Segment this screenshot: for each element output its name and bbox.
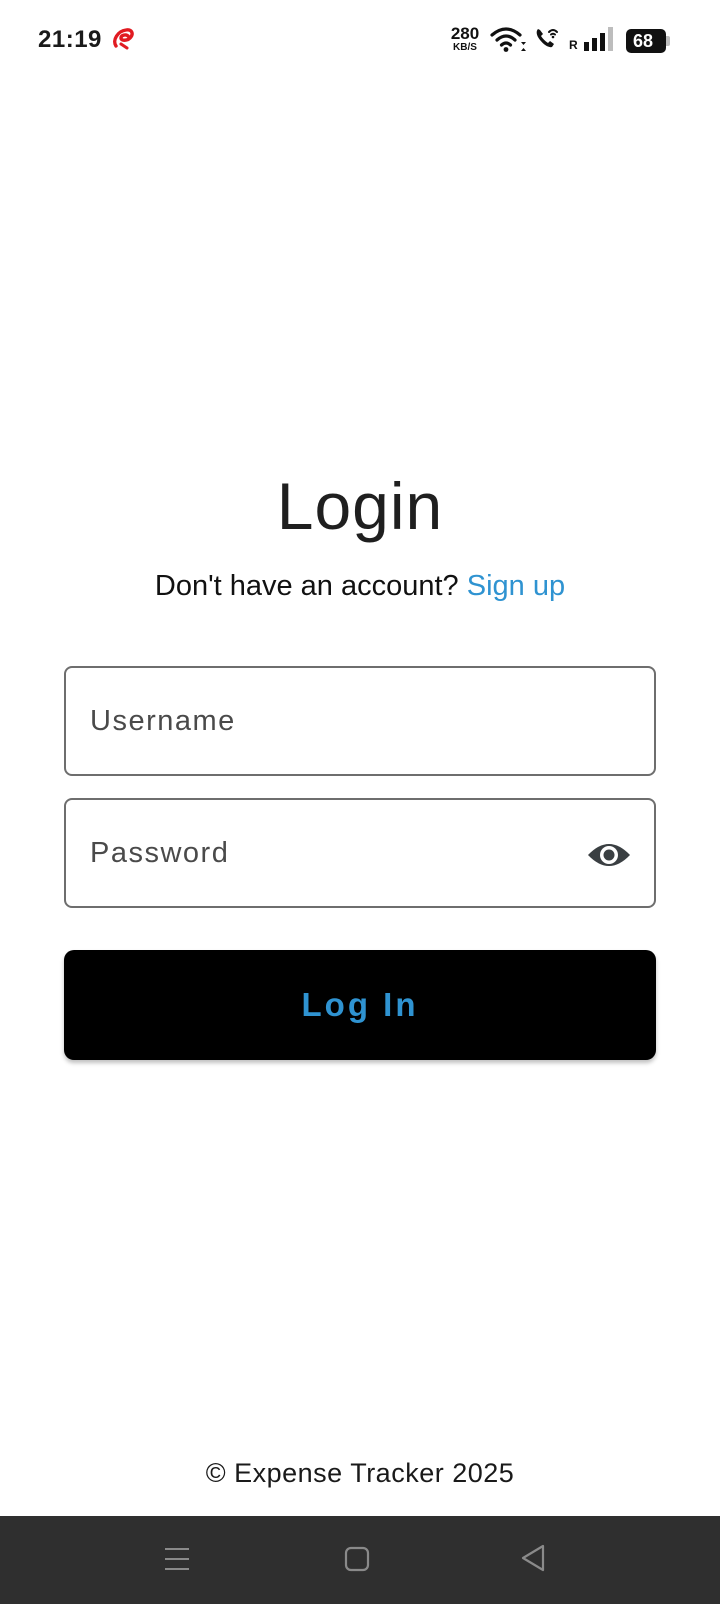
- login-screen: 21:19 280 KB/S R 68 Login Don't have an …: [0, 0, 720, 1604]
- footer-copyright: © Expense Tracker 2025: [205, 1458, 515, 1488]
- page-title: Login: [276, 469, 444, 543]
- home-icon[interactable]: [342, 1544, 372, 1574]
- signup-prompt-row: Don't have an account? Sign up: [0, 570, 720, 603]
- network-speed-value: 280: [450, 24, 480, 43]
- battery-level: 68: [626, 29, 666, 53]
- signup-prompt: Don't have an account?: [154, 570, 459, 602]
- eye-icon[interactable]: [586, 835, 632, 875]
- password-field-container: [64, 798, 656, 908]
- username-input[interactable]: [66, 668, 654, 774]
- login-button[interactable]: Log In: [64, 950, 656, 1060]
- signal-icon: [584, 27, 613, 51]
- menu-icon[interactable]: [162, 1544, 192, 1574]
- username-field-container: [64, 666, 656, 776]
- airtel-carrier-icon: [113, 28, 134, 50]
- status-bar: 21:19 280 KB/S R 68: [0, 0, 720, 84]
- battery-icon: 68: [626, 29, 670, 53]
- network-speed-unit: KB/S: [453, 42, 477, 53]
- signup-link[interactable]: Sign up: [467, 570, 565, 602]
- wifi-call-icon: [536, 29, 558, 48]
- roaming-indicator: R: [569, 38, 578, 52]
- network-speed: 280 KB/S: [447, 25, 483, 53]
- wifi-icon: [490, 27, 526, 52]
- back-icon[interactable]: [518, 1542, 548, 1574]
- status-time: 21:19: [38, 26, 102, 53]
- navigation-bar: [0, 1516, 720, 1604]
- password-input[interactable]: [66, 800, 654, 906]
